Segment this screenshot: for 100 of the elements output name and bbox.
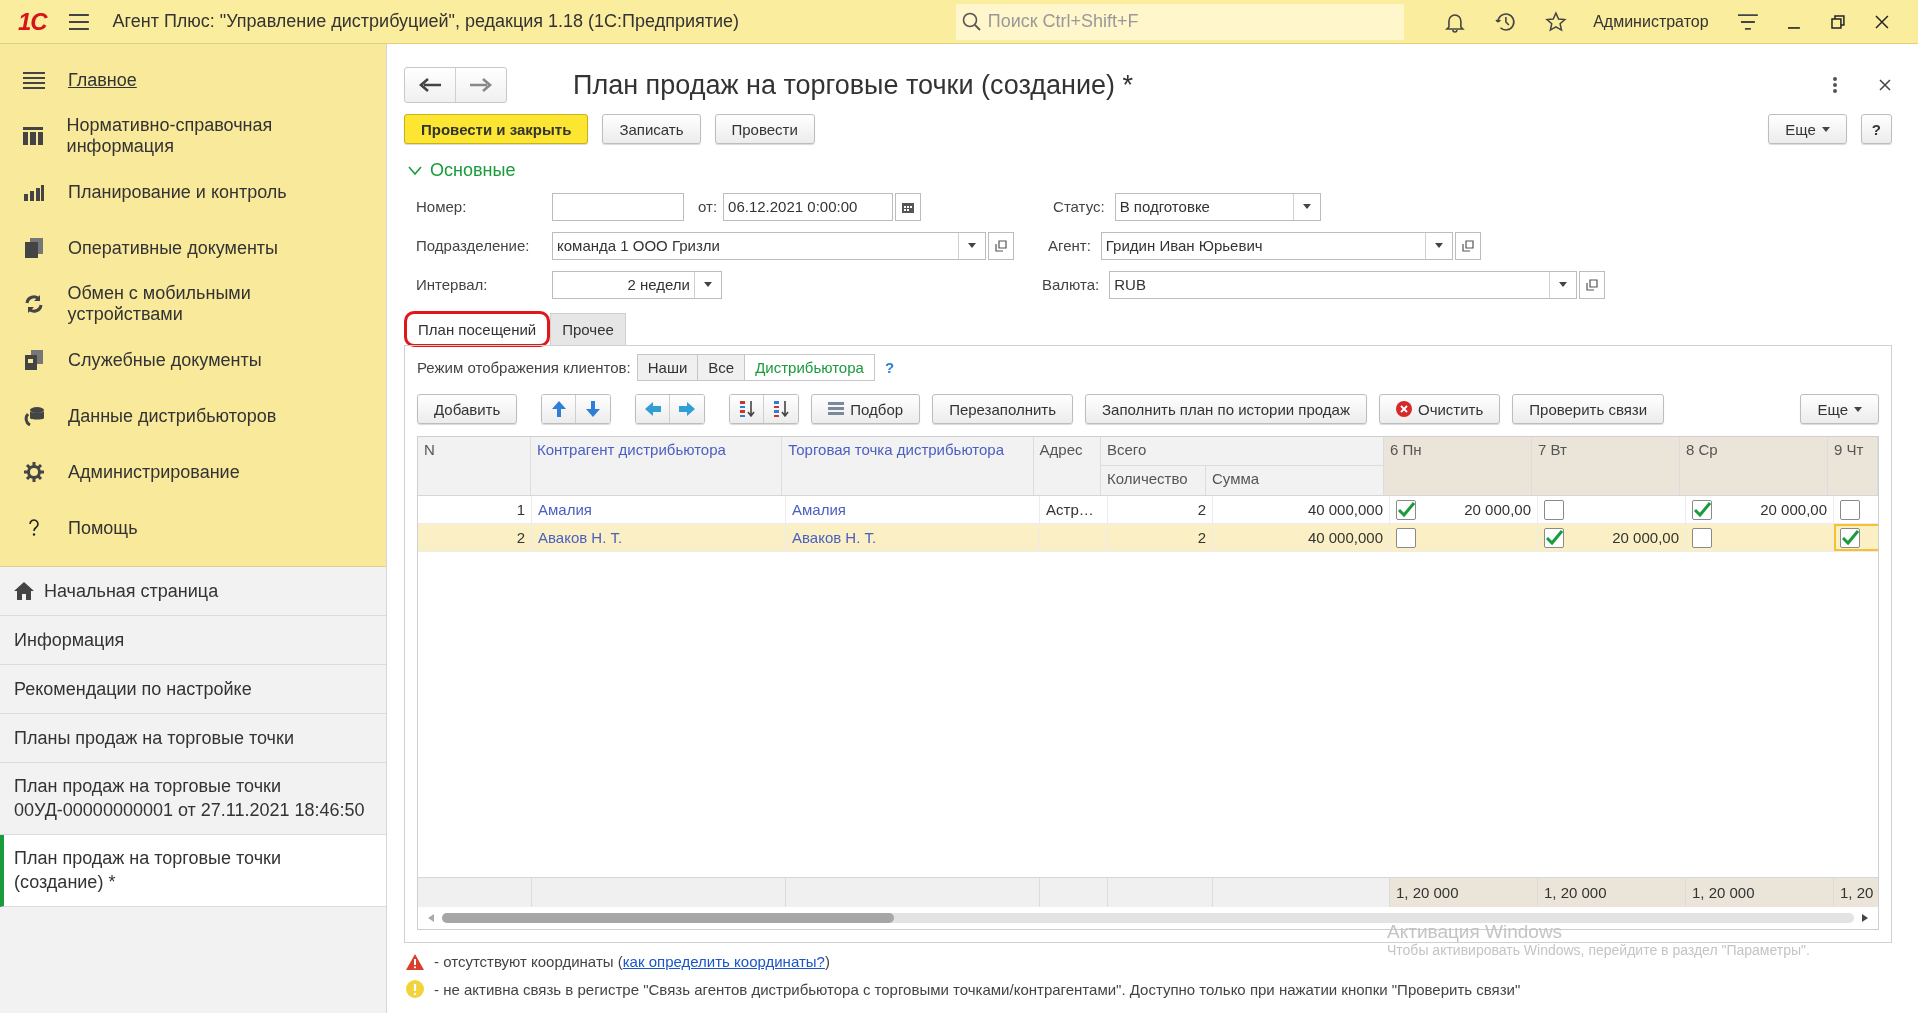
- navigation-buttons[interactable]: [404, 67, 507, 103]
- toolbar-button[interactable]: Добавить: [417, 394, 518, 424]
- column-header[interactable]: 8 Ср: [1680, 437, 1828, 495]
- column-header[interactable]: Количество: [1101, 466, 1206, 495]
- open-window-item[interactable]: Рекомендации по настройке: [0, 665, 386, 714]
- column-header[interactable]: Торговая точка дистрибьютора: [782, 437, 1034, 495]
- section-header[interactable]: Основные: [408, 160, 1892, 181]
- section-item[interactable]: Планирование и контроль: [0, 164, 386, 220]
- table-row[interactable]: 2 Аваков Н. Т. Аваков Н. Т. 2 40 000,000 20 000,00: [418, 524, 1878, 552]
- history-icon[interactable]: [1493, 10, 1518, 33]
- open-button[interactable]: [988, 231, 1014, 260]
- interval-dropdown[interactable]: 2 недели: [552, 270, 722, 299]
- close-icon[interactable]: [1878, 78, 1892, 92]
- toolbar-button[interactable]: Очистить: [1378, 394, 1501, 424]
- checkbox[interactable]: [1840, 499, 1860, 520]
- open-button[interactable]: [1454, 231, 1481, 260]
- checkbox[interactable]: [1692, 499, 1712, 520]
- sort-descending-button[interactable]: [764, 395, 799, 423]
- attention-icon: [406, 980, 424, 998]
- list-icon: [828, 401, 845, 417]
- status-dropdown[interactable]: В подготовке: [1114, 192, 1321, 221]
- column-header[interactable]: Всего: [1101, 437, 1383, 466]
- open-button[interactable]: [1579, 270, 1606, 299]
- table-cell: 20 000,00: [1612, 529, 1679, 546]
- checkbox[interactable]: [1544, 499, 1564, 520]
- chevron-icon: [408, 165, 422, 176]
- sort-ascending-button[interactable]: [730, 395, 765, 423]
- move-left-button[interactable]: [636, 395, 671, 423]
- star-icon[interactable]: [1545, 10, 1568, 33]
- calendar-icon: [902, 200, 915, 213]
- tab[interactable]: Прочее: [550, 313, 626, 345]
- total-cell: 1, 20 000: [1396, 884, 1459, 901]
- number-field[interactable]: [552, 192, 684, 221]
- caret-icon: [1821, 126, 1830, 132]
- checkbox[interactable]: [1544, 527, 1564, 548]
- section-item[interactable]: Помощь: [0, 500, 386, 556]
- open-window-item[interactable]: Планы продаж на торговые точки: [0, 714, 386, 763]
- column-header[interactable]: Адрес: [1033, 437, 1101, 495]
- menu-icon: [23, 71, 45, 89]
- currency-dropdown[interactable]: RUB: [1109, 270, 1578, 299]
- documents-icon: [25, 350, 43, 370]
- more-vertical-icon[interactable]: [1832, 76, 1838, 94]
- mode-option[interactable]: Все: [698, 354, 746, 380]
- open-window-item[interactable]: План продаж на торговые точки (создание) *: [0, 835, 386, 907]
- toolbar-button[interactable]: Перезаполнить: [932, 394, 1074, 424]
- move-down-button[interactable]: [576, 395, 611, 423]
- section-item[interactable]: Администрирование: [0, 444, 386, 500]
- command-button[interactable]: Провести и закрыть: [404, 114, 589, 144]
- app-title: Агент Плюс: "Управление дистрибуцией", редакция 1.18 (1С:Предприятие): [112, 11, 740, 32]
- restore-icon[interactable]: [1830, 13, 1847, 30]
- section-item[interactable]: Данные дистрибьюторов: [0, 388, 386, 444]
- help-button[interactable]: ?: [1860, 114, 1892, 144]
- column-header[interactable]: Сумма: [1206, 466, 1383, 495]
- table-cell: 2: [1197, 529, 1206, 546]
- command-button[interactable]: Записать: [602, 114, 701, 144]
- checkbox[interactable]: [1396, 527, 1416, 548]
- settings-icon[interactable]: [1736, 12, 1759, 31]
- section-item[interactable]: Главное: [0, 52, 386, 108]
- checkbox[interactable]: [1840, 527, 1860, 548]
- toolbar-button[interactable]: Заполнить план по истории продаж: [1085, 394, 1367, 424]
- division-dropdown[interactable]: команда 1 ООО Гризли: [552, 231, 986, 260]
- section-item[interactable]: Служебные документы: [0, 332, 386, 388]
- user-name[interactable]: Администратор: [1593, 12, 1709, 31]
- scroll-left-icon[interactable]: [428, 914, 434, 922]
- field-label: Валюта:: [1042, 276, 1100, 293]
- close-icon[interactable]: [1874, 13, 1891, 30]
- checkbox[interactable]: [1396, 499, 1416, 520]
- agent-dropdown[interactable]: Гридин Иван Юрьевич: [1100, 231, 1453, 260]
- open-window-item[interactable]: Информация: [0, 616, 386, 665]
- more-button[interactable]: Еще: [1800, 394, 1879, 424]
- column-header[interactable]: 9 Чт: [1828, 437, 1878, 495]
- checkmark-icon: [1545, 529, 1563, 546]
- more-button[interactable]: Еще: [1768, 114, 1847, 144]
- section-item[interactable]: Нормативно-справочная информация: [0, 108, 386, 164]
- mode-option[interactable]: Наши: [637, 354, 699, 380]
- open-window-icon: [1586, 278, 1599, 291]
- section-item[interactable]: Обмен с мобильными устройствами: [0, 276, 386, 332]
- column-header[interactable]: 6 Пн: [1384, 437, 1532, 495]
- checkbox[interactable]: [1692, 527, 1712, 548]
- search-field[interactable]: Поиск Ctrl+Shift+F: [955, 3, 1404, 40]
- help-link[interactable]: ?: [884, 358, 895, 376]
- column-header[interactable]: Контрагент дистрибьютора: [530, 437, 783, 495]
- counterparty-link[interactable]: Аваков Н. Т.: [538, 529, 623, 546]
- section-item[interactable]: Оперативные документы: [0, 220, 386, 276]
- calendar-button[interactable]: [895, 192, 922, 221]
- counterparty-link[interactable]: Амалия: [538, 501, 592, 518]
- toolbar-button[interactable]: Подбор: [811, 394, 921, 424]
- command-button[interactable]: Провести: [714, 114, 815, 144]
- date-field[interactable]: 06.12.2021 0:00:00: [723, 192, 894, 221]
- toolbar-button[interactable]: Проверить связи: [1512, 394, 1665, 424]
- outlet-link[interactable]: Аваков Н. Т.: [792, 529, 877, 546]
- menu-icon[interactable]: [68, 13, 89, 30]
- column-header[interactable]: N: [418, 437, 531, 495]
- move-right-button[interactable]: [670, 395, 705, 423]
- open-window-item[interactable]: Начальная страница: [0, 567, 386, 616]
- tab[interactable]: План посещений: [406, 313, 549, 345]
- scroll-right-icon[interactable]: [1862, 914, 1868, 922]
- column-header[interactable]: 7 Вт: [1532, 437, 1680, 495]
- move-up-button[interactable]: [542, 395, 577, 423]
- outlet-link[interactable]: Амалия: [792, 501, 846, 518]
